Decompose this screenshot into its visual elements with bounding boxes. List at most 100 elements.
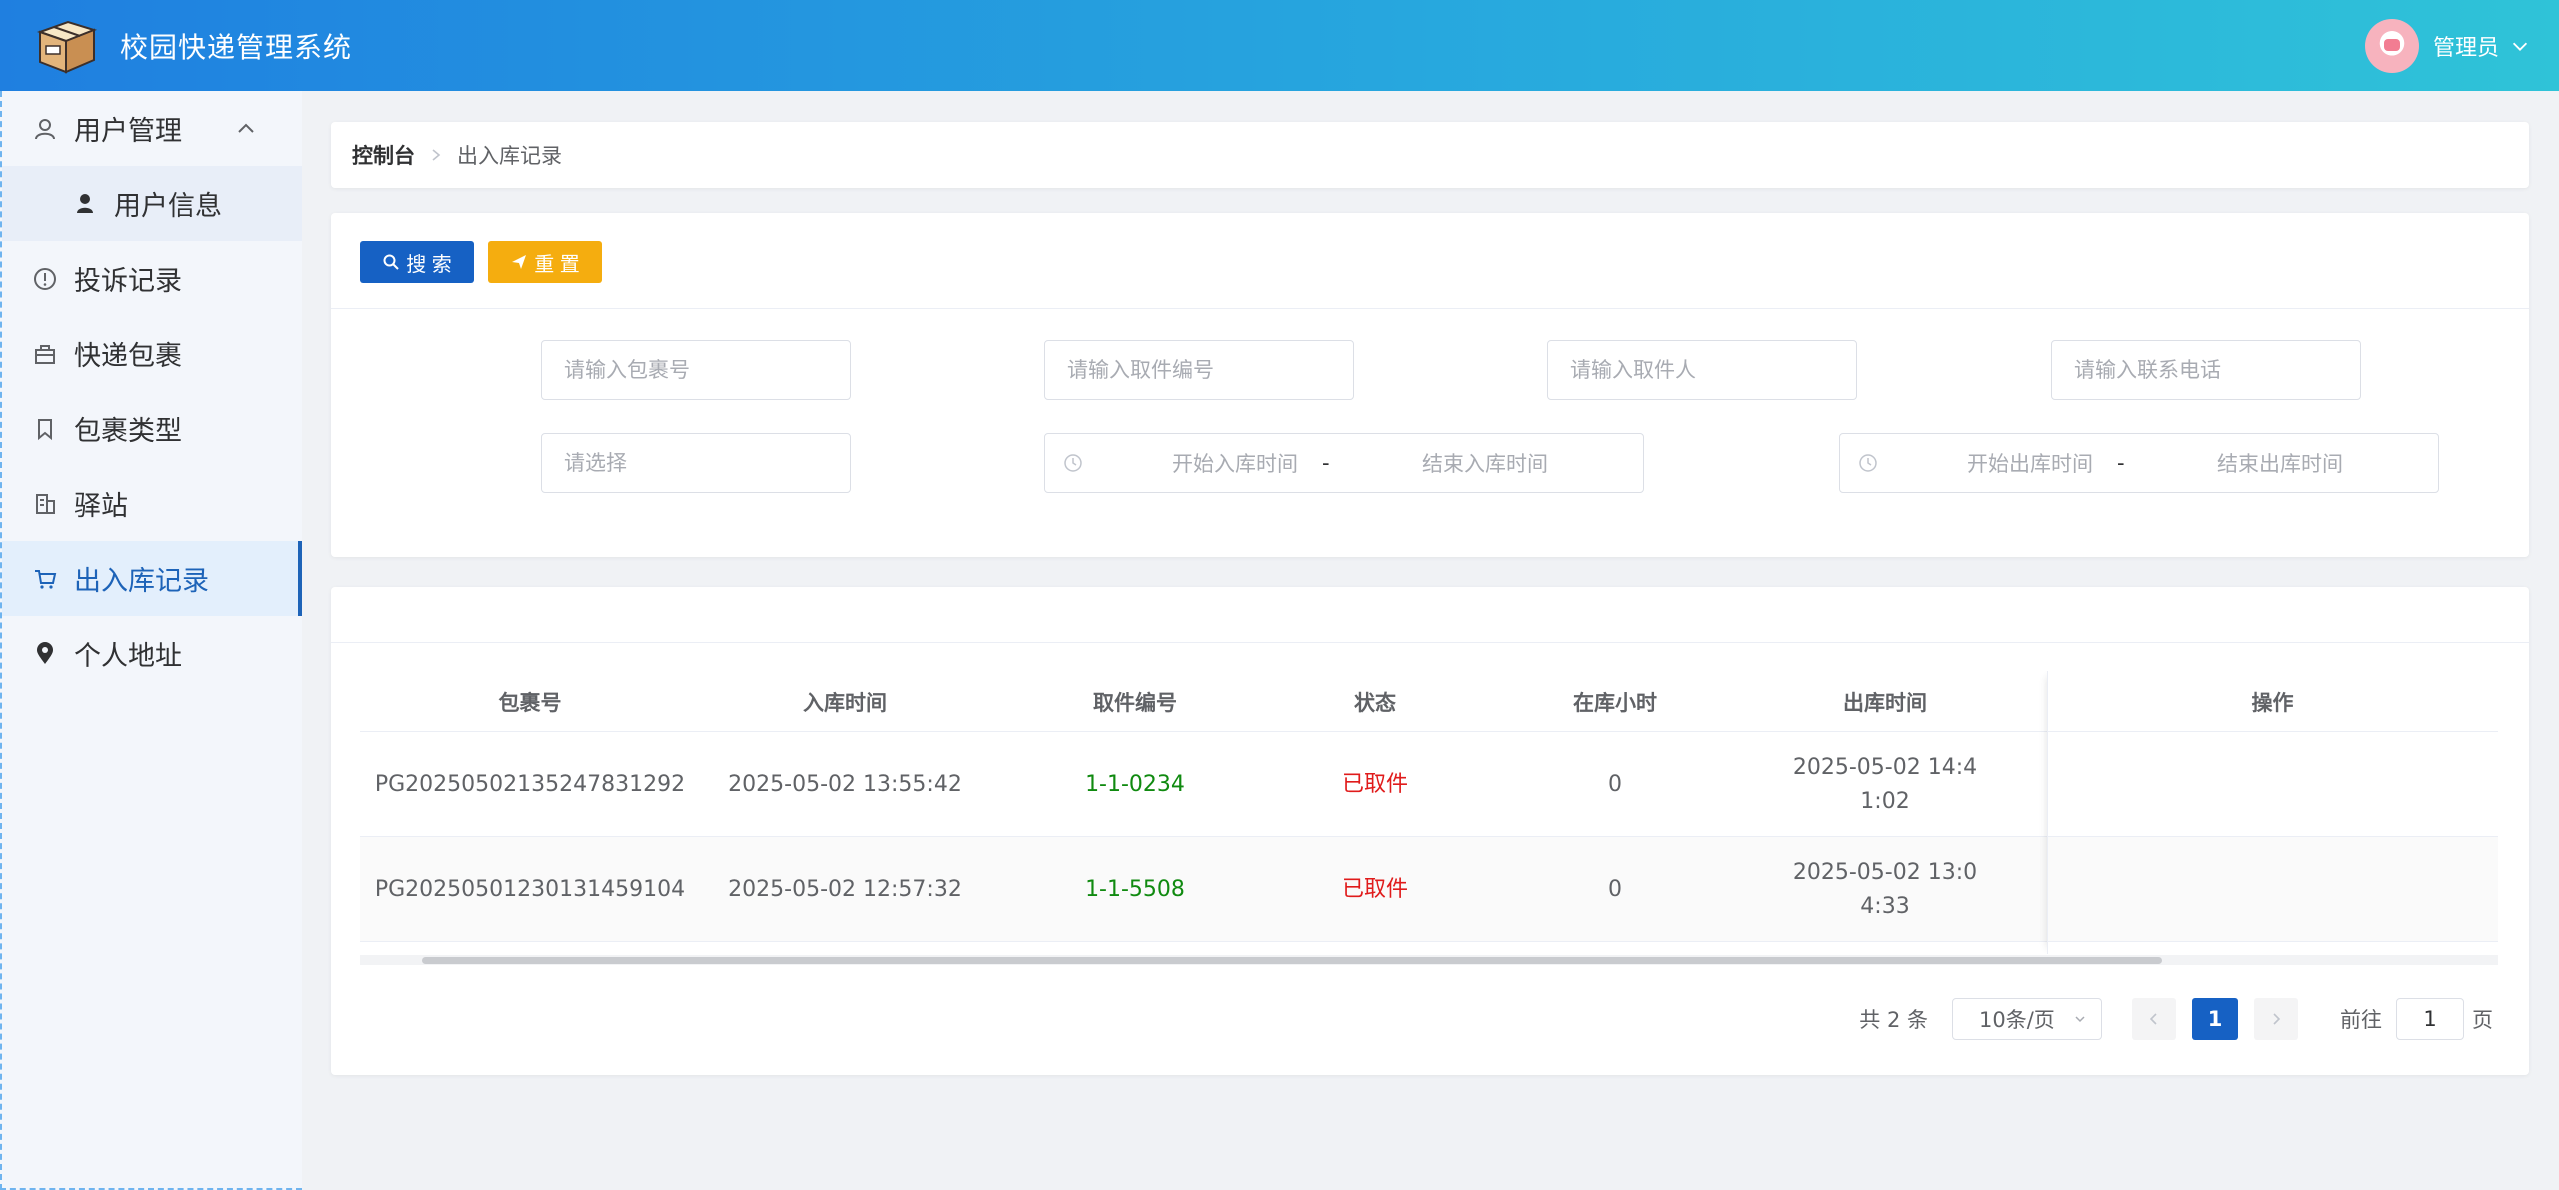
avatar-icon[interactable] [2364,18,2419,73]
breadcrumb-current: 出入库记录 [457,144,562,168]
page-size-select[interactable]: 10条/页 [1952,998,2102,1040]
package-icon [32,341,58,367]
table-toolbar [331,587,2529,643]
in-time-start[interactable]: 开始入库时间 [1125,448,1345,478]
reset-button[interactable]: 重 置 [488,241,602,283]
search-icon [383,254,399,270]
cell-status: 已取件 [1341,771,1408,797]
col-status: 状态 [1354,690,1396,715]
brand: 校园快递管理系统 [32,16,352,76]
cell-parcel-no: PG20250501230131459104 [374,876,686,902]
horizontal-scrollbar[interactable] [360,955,2498,965]
cell-parcel-no: PG20250502135247831292 [374,771,686,797]
cell-hours: 0 [1608,876,1622,902]
search-button-label: 搜 索 [406,253,452,276]
page-number-current[interactable]: 1 [2192,998,2238,1040]
col-parcel-no: 包裹号 [498,690,562,715]
chevron-left-icon [2149,1013,2157,1025]
chevron-up-icon [238,123,254,133]
out-time-end[interactable]: 结束出库时间 [2170,448,2390,478]
cell-in-time: 2025-05-02 12:57:32 [728,876,962,902]
sidebar-item-label: 投诉记录 [74,266,182,297]
user-filled-icon [72,191,98,217]
col-in-time: 入库时间 [803,690,887,715]
range-separator: - [1322,451,1330,475]
in-time-end[interactable]: 结束入库时间 [1375,448,1595,478]
sidebar-item-user-management[interactable]: 用户管理 [2,91,302,166]
sidebar-item-complaints[interactable]: 投诉记录 [2,241,302,316]
send-icon [512,255,527,269]
warning-circle-icon [32,266,58,292]
chevron-down-icon[interactable] [2509,35,2531,57]
clock-icon [1859,454,1877,472]
scrollbar-thumb[interactable] [422,957,2162,964]
records-table-card: 包裹号 入库时间 取件编号 状态 在库小时 出库时间 操作 PG20250502… [331,587,2529,1075]
search-button[interactable]: 搜 索 [360,241,474,283]
cell-pickup-code: 1-1-0234 [1085,771,1185,797]
sidebar-item-label: 个人地址 [74,641,182,672]
recipient-input[interactable] [1547,340,1857,400]
actions-fixed-column [2047,671,2498,954]
sidebar-item-label: 出入库记录 [74,566,209,597]
cell-out-time: 2025-05-02 14:4 1:02 [1760,732,2010,837]
clock-icon [1064,454,1082,472]
breadcrumb-root[interactable]: 控制台 [352,140,415,170]
prev-page-button[interactable] [2132,998,2176,1040]
breadcrumb: 控制台 出入库记录 [331,122,2529,188]
cell-out-time-line2: 4:33 [1860,893,1910,919]
in-time-range-picker[interactable]: 开始入库时间 - 结束入库时间 [1044,433,1644,493]
sidebar-item-parcels[interactable]: 快递包裹 [2,316,302,391]
goto-suffix: 页 [2472,1008,2493,1032]
cell-out-time-line1: 2025-05-02 13:0 [1792,859,1978,885]
bookmark-icon [32,416,58,442]
col-pickup-code: 取件编号 [1093,690,1177,715]
search-panel: 搜 索 重 置 包裹号 取件编号 取件人 联系电话 状态 入库时间 开始入库时间… [331,213,2529,557]
out-time-start[interactable]: 开始出库时间 [1920,448,2140,478]
sidebar-item-stations[interactable]: 驿站 [2,466,302,541]
search-toolbar: 搜 索 重 置 [331,213,2529,309]
sidebar-item-parcel-types[interactable]: 包裹类型 [2,391,302,466]
sidebar-item-label: 驿站 [74,491,128,522]
out-time-range-picker[interactable]: 开始出库时间 - 结束出库时间 [1839,433,2439,493]
sidebar-item-label: 包裹类型 [74,416,182,447]
sidebar-item-label: 快递包裹 [74,341,182,372]
page-size-value: 10条/页 [1979,1008,2055,1032]
sidebar-item-inout-records[interactable]: 出入库记录 [2,541,302,616]
package-box-icon [36,20,98,74]
cell-status: 已取件 [1341,876,1408,902]
sidebar-item-label: 用户管理 [74,116,182,147]
cell-in-time: 2025-05-02 13:55:42 [728,771,962,797]
user-name[interactable]: 管理员 [2433,30,2499,62]
cell-pickup-code: 1-1-5508 [1085,876,1185,902]
location-icon [32,641,58,667]
goto-prefix: 前往 [2340,1008,2382,1032]
goto-page-input[interactable] [2396,998,2464,1040]
sidebar-item-user-info[interactable]: 用户信息 [2,166,302,241]
cell-out-time-line1: 2025-05-02 14:4 [1792,754,1978,780]
sidebar: 用户管理 用户信息 投诉记录 快递包裹 包裹类型 驿站 出入库记录 个人地址 [0,91,302,1190]
records-table: 包裹号 入库时间 取件编号 状态 在库小时 出库时间 操作 PG20250502… [360,671,2498,954]
building-icon [32,491,58,517]
pagination-total: 共 2 条 [1859,1008,1928,1032]
top-header: 校园快递管理系统 管理员 [0,0,2559,91]
phone-input[interactable] [2051,340,2361,400]
chevron-right-icon [432,149,441,161]
col-hours: 在库小时 [1573,690,1657,715]
sidebar-item-label: 用户信息 [114,191,222,222]
parcel-no-input[interactable] [541,340,851,400]
user-menu[interactable]: 管理员 [2364,18,2531,73]
status-select[interactable] [541,433,851,493]
reset-button-label: 重 置 [534,253,580,276]
cell-hours: 0 [1608,771,1622,797]
next-page-button[interactable] [2254,998,2298,1040]
chevron-right-icon [2273,1013,2281,1025]
cell-out-time: 2025-05-02 13:0 4:33 [1760,837,2010,942]
app-title: 校园快递管理系统 [120,30,353,64]
range-separator: - [2117,451,2125,475]
pickup-code-input[interactable] [1044,340,1354,400]
sidebar-item-addresses[interactable]: 个人地址 [2,616,302,691]
chevron-down-icon [2075,1016,2085,1023]
cell-out-time-line2: 1:02 [1860,788,1910,814]
col-out-time: 出库时间 [1843,690,1927,715]
user-icon [32,116,58,142]
